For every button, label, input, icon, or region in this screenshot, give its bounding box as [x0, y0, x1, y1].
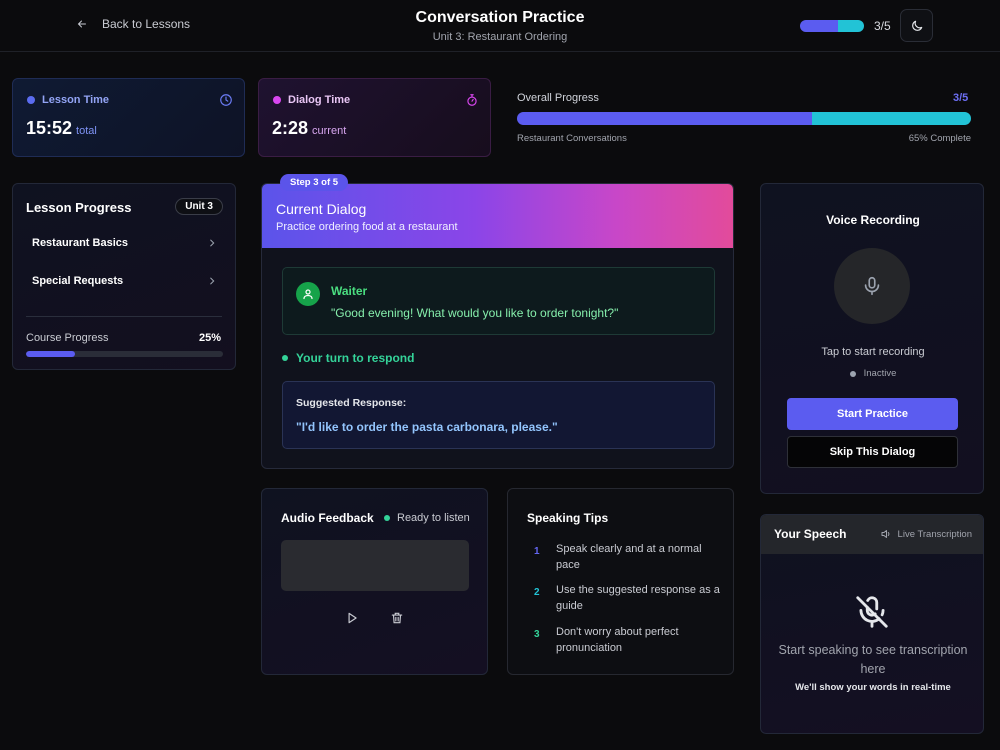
- voice-recording-title: Voice Recording: [826, 213, 920, 227]
- tip-number: 1: [534, 546, 540, 557]
- waiter-message: Waiter "Good evening! What would you lik…: [282, 267, 715, 335]
- divider: [26, 316, 222, 317]
- turn-indicator: Your turn to respond: [282, 351, 414, 365]
- speaker-name: Waiter: [331, 284, 368, 298]
- dialog-time-unit: current: [312, 125, 347, 137]
- suggested-response-label: Suggested Response:: [296, 397, 407, 409]
- state-dot: [849, 370, 856, 377]
- unit-badge: Unit 3: [175, 198, 223, 215]
- delete-recording-button[interactable]: [390, 611, 404, 625]
- live-transcription-indicator: Live Transcription: [880, 528, 972, 540]
- suggested-response-box: Suggested Response: "I'd like to order t…: [282, 381, 715, 449]
- course-progress-value: 25%: [198, 332, 221, 344]
- lesson-time-card: Lesson Time 15:52 total: [12, 78, 245, 157]
- clock-icon: [220, 94, 232, 106]
- speech-title: Your Speech: [774, 527, 847, 541]
- dialog-time-card: Dialog Time 2:28 current: [258, 78, 491, 157]
- lesson-item-label: Special Requests: [32, 275, 124, 287]
- live-transcription-label: Live Transcription: [897, 528, 972, 540]
- microphone-off-icon: [856, 596, 888, 628]
- chevron-right-icon: [210, 239, 215, 247]
- lesson-progress-title: Lesson Progress: [26, 200, 132, 215]
- overall-progress-label: Overall Progress: [517, 92, 599, 104]
- audio-feedback-title: Audio Feedback: [281, 511, 374, 525]
- overall-progress-percent: 65% Complete: [908, 133, 971, 144]
- header-progress-count: 3/5: [874, 19, 891, 33]
- dialog-time-label-row: Dialog Time: [273, 94, 350, 106]
- dialog-time-value: 2:28 current: [272, 118, 346, 139]
- audio-feedback-card: Audio Feedback Ready to listen: [261, 488, 488, 675]
- speaker-icon: [881, 530, 889, 538]
- play-icon: [348, 612, 357, 624]
- speaking-tips-title: Speaking Tips: [527, 511, 609, 525]
- course-progress-bar: [26, 351, 223, 357]
- overall-progress-caption: Restaurant Conversations: [517, 133, 627, 144]
- play-button[interactable]: [345, 611, 359, 625]
- dialog-time-number: 2:28: [272, 118, 309, 138]
- lesson-item-restaurant-basics[interactable]: Restaurant Basics: [32, 237, 217, 249]
- lesson-time-label: Lesson Time: [42, 94, 110, 106]
- dialog-header: Current Dialog Practice ordering food at…: [262, 184, 733, 248]
- course-progress-label: Course Progress: [26, 332, 109, 344]
- your-speech-card: Your Speech Live Transcription Start spe…: [760, 514, 984, 734]
- lesson-time-number: 15:52: [26, 118, 73, 138]
- audio-feedback-status-label: Ready to listen: [397, 512, 470, 524]
- lesson-time-dot: [27, 96, 35, 104]
- lesson-time-unit: total: [76, 125, 97, 137]
- user-icon: [303, 289, 313, 300]
- trash-icon: [391, 612, 403, 624]
- tip-text: Use the suggested response as a guide: [556, 584, 720, 612]
- tip-number: 3: [534, 629, 540, 640]
- turn-dot: [282, 355, 288, 361]
- timer-icon: [467, 94, 477, 106]
- audio-waveform: [281, 540, 469, 591]
- moon-icon: [911, 20, 922, 31]
- audio-feedback-status: Ready to listen: [384, 512, 470, 524]
- theme-toggle-button[interactable]: [900, 9, 933, 42]
- transcription-subtext: We'll show your words in real-time: [795, 682, 951, 693]
- status-dot: [384, 515, 390, 521]
- tip-text: Speak clearly and at a normal pace: [556, 543, 702, 571]
- page-subtitle: Unit 3: Restaurant Ordering: [432, 31, 568, 43]
- skip-dialog-button[interactable]: Skip This Dialog: [787, 436, 958, 468]
- transcription-placeholder: Start speaking to see transcription here: [778, 643, 968, 676]
- speech-header: Your Speech Live Transcription: [761, 515, 983, 554]
- recording-state-label: Inactive: [863, 368, 897, 379]
- dialog-time-dot: [273, 96, 281, 104]
- speaker-line: "Good evening! What would you like to or…: [331, 306, 619, 320]
- voice-recording-card: Voice Recording Tap to start recording I…: [760, 183, 984, 494]
- tip-text: Don't worry about perfect pronunciation: [556, 626, 679, 654]
- chevron-right-icon: [210, 277, 215, 285]
- dialog-time-label: Dialog Time: [288, 94, 351, 106]
- start-practice-button[interactable]: Start Practice: [787, 398, 958, 430]
- record-hint: Tap to start recording: [821, 346, 925, 358]
- record-button[interactable]: [834, 248, 910, 324]
- lesson-item-special-requests[interactable]: Special Requests: [32, 275, 217, 287]
- overall-progress-count: 3/5: [953, 92, 969, 104]
- top-header: Back to Lessons Conversation Practice Un…: [0, 0, 1000, 52]
- avatar: [296, 282, 320, 306]
- microphone-icon: [864, 276, 880, 296]
- current-dialog-card: Current Dialog Practice ordering food at…: [261, 183, 734, 469]
- lesson-item-label: Restaurant Basics: [32, 237, 128, 249]
- dialog-title: Current Dialog: [276, 201, 367, 217]
- lesson-time-label-row: Lesson Time: [27, 94, 109, 106]
- tip-number: 2: [534, 587, 540, 598]
- turn-label: Your turn to respond: [296, 351, 415, 365]
- dialog-subtitle: Practice ordering food at a restaurant: [276, 221, 458, 233]
- overall-progress-bar: [517, 112, 971, 125]
- lesson-progress-card: Lesson Progress Unit 3 Restaurant Basics…: [12, 183, 236, 370]
- speaking-tips-card: Speaking Tips 1 Speak clearly and at a n…: [507, 488, 734, 675]
- lesson-time-value: 15:52 total: [26, 118, 97, 139]
- header-progress-bar: [800, 20, 864, 32]
- recording-state: Inactive: [761, 368, 985, 379]
- step-badge: Step 3 of 5: [280, 174, 349, 191]
- suggested-response-text: "I'd like to order the pasta carbonara, …: [296, 420, 558, 434]
